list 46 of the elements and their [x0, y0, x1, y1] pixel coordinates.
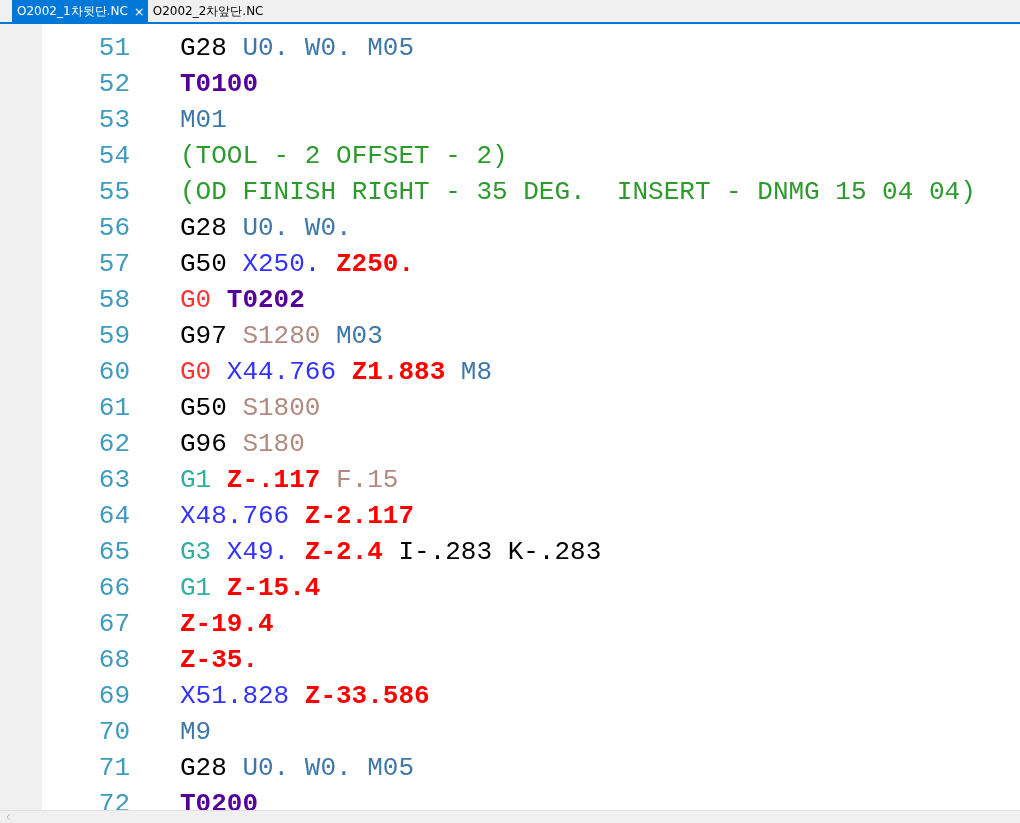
- line-number: 67: [97, 609, 130, 639]
- code-line: G3 X49. Z-2.4 I-.283 K-.283: [180, 537, 602, 567]
- code-line: G50 S1800: [180, 393, 321, 423]
- file-tab[interactable]: O2002_1차뒷단.NC ×: [12, 0, 148, 22]
- line-number: 54: [97, 141, 130, 171]
- line-number: 52: [97, 69, 130, 99]
- close-icon[interactable]: ×: [133, 3, 145, 19]
- code-line: (TOOL - 2 OFFSET - 2): [180, 141, 508, 171]
- line-number: 63: [97, 465, 130, 495]
- line-number: 51: [97, 33, 130, 63]
- line-number: 68: [97, 645, 130, 675]
- line-number: 53: [97, 105, 130, 135]
- line-number: 69: [97, 681, 130, 711]
- code-line: X48.766 Z-2.117: [180, 501, 415, 531]
- code-line: G28 U0. W0. M05: [180, 33, 415, 63]
- line-number: 61: [97, 393, 130, 423]
- line-number: 60: [97, 357, 130, 387]
- line-number: 70: [97, 717, 130, 747]
- line-number: 59: [97, 321, 130, 351]
- code-line: M9: [180, 717, 212, 747]
- file-tab[interactable]: O2002_2차앞단.NC: [147, 0, 267, 22]
- line-number: 56: [97, 213, 130, 243]
- code-line: G0 X44.766 Z1.883 M8: [180, 357, 493, 387]
- code-line: G1 Z-15.4: [180, 573, 321, 603]
- code-line: X51.828 Z-33.586: [180, 681, 430, 711]
- line-number: 57: [97, 249, 130, 279]
- code-line: G96 S180: [180, 429, 305, 459]
- code-line: G0 T0202: [180, 285, 305, 315]
- line-number: 58: [97, 285, 130, 315]
- line-number: 71: [97, 753, 130, 783]
- line-number: 55: [97, 177, 130, 207]
- horizontal-scrollbar[interactable]: [0, 810, 1020, 823]
- code-line: G1 Z-.117 F.15: [180, 465, 399, 495]
- code-line: G28 U0. W0.: [180, 213, 352, 243]
- line-number: 66: [97, 573, 130, 603]
- line-number: 65: [97, 537, 130, 567]
- code-line: Z-35.: [180, 645, 258, 675]
- code-line: Z-19.4: [180, 609, 274, 639]
- code-line: (OD FINISH RIGHT - 35 DEG. INSERT - DNMG 15 04 04): [180, 177, 976, 207]
- code-line: M01: [180, 105, 227, 135]
- line-number: 62: [97, 429, 130, 459]
- code-line: G28 U0. W0. M05: [180, 753, 415, 783]
- code-line: T0100: [180, 69, 258, 99]
- line-number: 64: [97, 501, 130, 531]
- code-line: G50 X250. Z250.: [180, 249, 415, 279]
- code-line: G97 S1280 M03: [180, 321, 383, 351]
